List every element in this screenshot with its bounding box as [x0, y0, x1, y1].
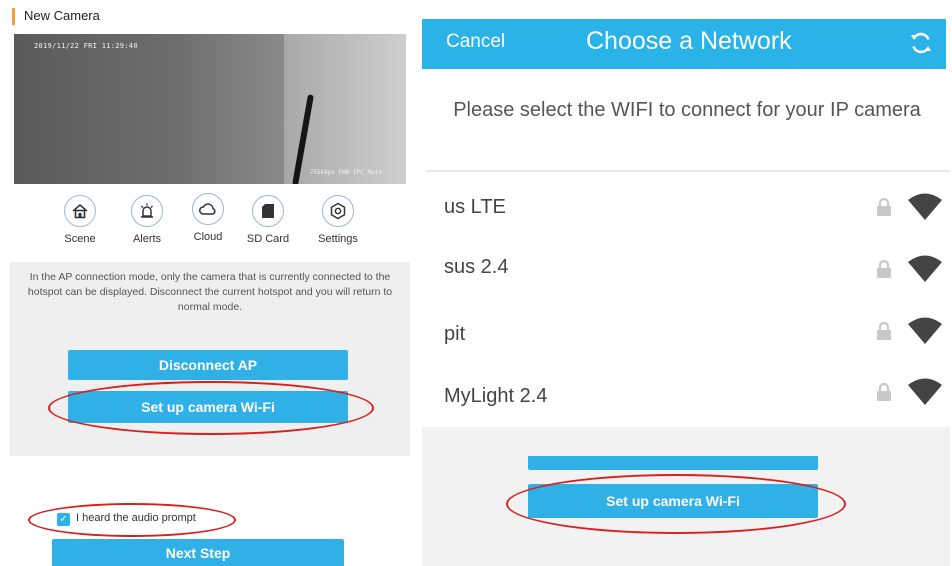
quick-action-scene[interactable]: Scene [50, 195, 110, 245]
annotation-circle [506, 474, 846, 534]
quick-action-label: Alerts [132, 233, 162, 245]
disconnect-ap-button-partial[interactable] [528, 456, 818, 470]
wifi-signal-icon [907, 193, 943, 221]
network-page-title: Choose a Network [586, 27, 792, 55]
next-step-button[interactable]: Next Step [52, 539, 344, 566]
lock-icon [876, 197, 892, 217]
quick-action-label: Cloud [193, 231, 223, 243]
network-ssid[interactable]: MyLight 2.4 [444, 385, 547, 408]
video-scene-wall [14, 34, 284, 184]
disconnect-ap-button[interactable]: Disconnect AP [68, 350, 348, 380]
wifi-select-prompt: Please select the WIFI to connect for yo… [453, 99, 921, 121]
lock-icon [876, 382, 892, 402]
quick-action-settings[interactable]: Settings [308, 195, 368, 245]
sd-card-icon [252, 195, 284, 227]
quick-action-alerts[interactable]: Alerts [117, 195, 177, 245]
annotation-circle [28, 503, 236, 537]
wifi-signal-icon [907, 378, 943, 406]
quick-action-cloud[interactable]: Cloud [178, 193, 238, 243]
cancel-button[interactable]: Cancel [446, 31, 505, 53]
network-ssid[interactable]: us LTE [444, 196, 506, 219]
cloud-icon [192, 193, 224, 225]
home-icon [64, 195, 96, 227]
quick-action-label: Scene [64, 233, 96, 245]
wifi-signal-icon [907, 317, 943, 345]
gear-icon [322, 195, 354, 227]
network-ssid[interactable]: sus 2.4 [444, 256, 508, 279]
quick-action-sd-card[interactable]: SD Card [238, 195, 298, 245]
wifi-signal-icon [907, 255, 943, 283]
quick-action-label: SD Card [246, 233, 290, 245]
refresh-icon[interactable] [908, 30, 934, 56]
page-title: New Camera [24, 8, 100, 23]
video-scene-light [284, 34, 406, 184]
lock-icon [876, 259, 892, 279]
ap-mode-message: In the AP connection mode, only the came… [27, 271, 393, 313]
title-marker [12, 8, 15, 25]
alarm-icon [131, 195, 163, 227]
quick-action-label: Settings [318, 233, 358, 245]
lock-icon [876, 321, 892, 341]
video-stream-info: 755kbps FHD IPC Main [309, 169, 382, 176]
video-timestamp: 2019/11/22 FRI 11:29:40 [34, 42, 138, 50]
divider [426, 170, 950, 172]
network-ssid[interactable]: pit [444, 323, 465, 346]
camera-live-view[interactable]: 2019/11/22 FRI 11:29:40 755kbps FHD IPC … [14, 34, 406, 184]
annotation-circle [48, 381, 374, 435]
